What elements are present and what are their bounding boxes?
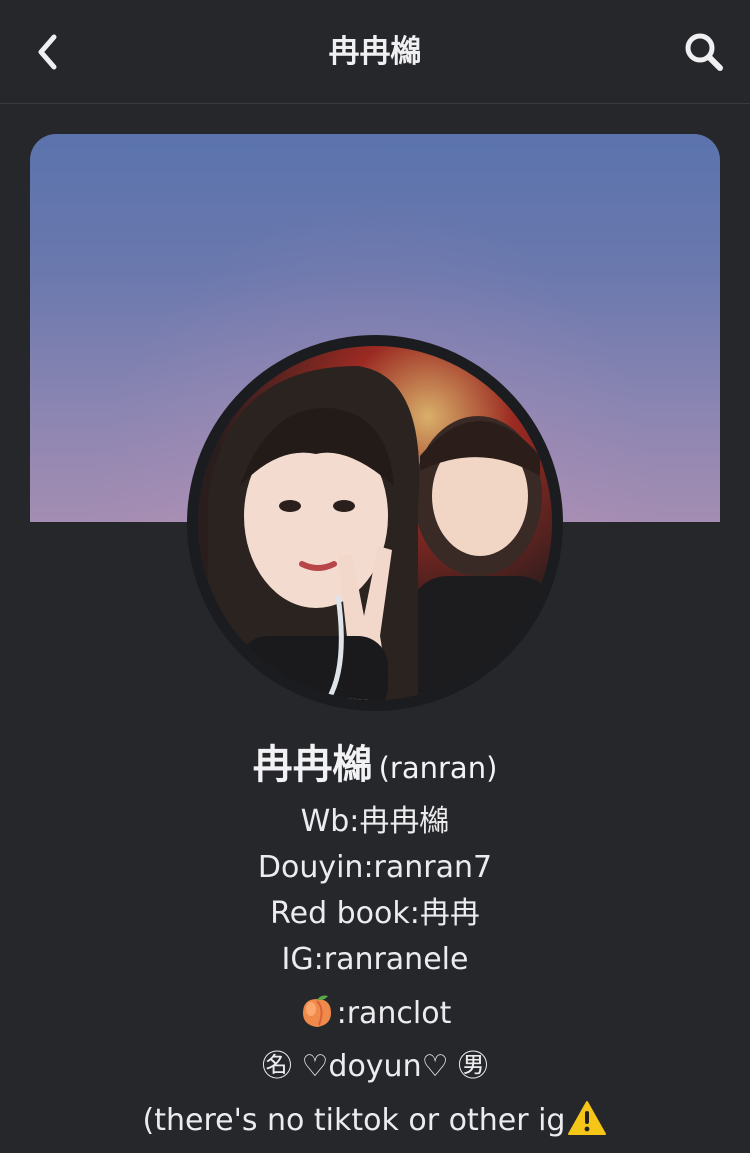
- bio-line-peach: :ranclot: [0, 991, 750, 1037]
- bio-line-weibo: Wb:冉冉檰: [300, 804, 450, 839]
- peach-emoji-icon: [302, 995, 331, 1027]
- page-title: 冉冉檰: [328, 34, 422, 70]
- profile-name-row: 冉冉檰 (ranran): [0, 734, 750, 799]
- top-navigation-bar: 冉冉檰: [0, 0, 750, 104]
- avatar-photo: [198, 346, 552, 700]
- bio-line-instagram: IG:ranranele: [281, 942, 469, 977]
- bio-line-red-book: Red book:冉冉: [270, 896, 480, 931]
- bio-line-douyin: Douyin:ranran7: [257, 850, 493, 885]
- bio-line-hearts: ㊔ ♡doyun♡ ㊚: [261, 1049, 489, 1084]
- search-button[interactable]: [680, 28, 728, 76]
- bio-line-notice: (there's no tiktok or other ig: [0, 1097, 750, 1145]
- warning-emoji-icon: [568, 1101, 607, 1135]
- alternate-name: (ranran): [378, 751, 498, 785]
- peach-handle: :ranclot: [336, 996, 452, 1031]
- notice-text: (there's no tiktok or other ig: [142, 1103, 566, 1138]
- search-icon: [685, 33, 723, 71]
- profile-info: 冉冉檰 (ranran) Wb:冉冉檰 Douyin:ranran7 Red bo…: [0, 734, 750, 1145]
- avatar[interactable]: [198, 346, 552, 700]
- display-name: 冉冉檰: [252, 742, 373, 788]
